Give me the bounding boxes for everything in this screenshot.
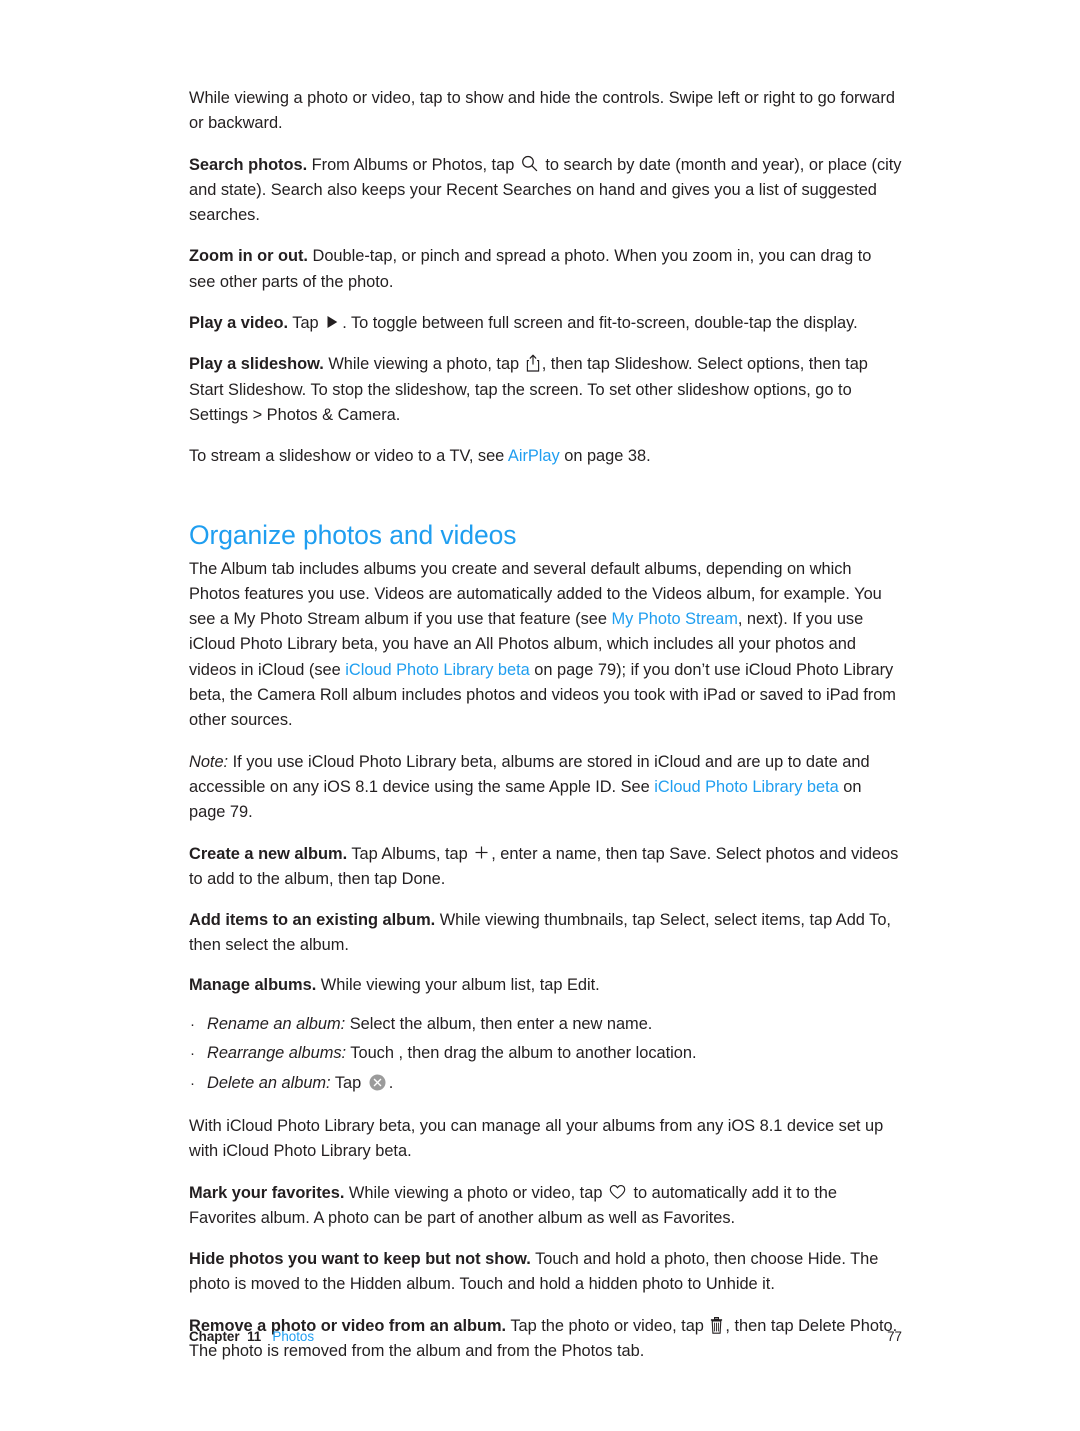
bullet-marker: · <box>190 1045 195 1063</box>
list-item: · Delete an album: Tap . <box>189 1071 902 1096</box>
list-item: · Rearrange albums: Touch , then drag the… <box>189 1041 902 1066</box>
paragraph-play-video: Play a video. Tap . To toggle between fu… <box>189 311 902 336</box>
paragraph-airplay-reference: To stream a slideshow or video to a TV, … <box>189 444 902 469</box>
lead-in-zoom: Zoom in or out. <box>189 247 308 266</box>
paragraph-album-tab: The Album tab includes albums you create… <box>189 557 902 734</box>
lead-in-hide-photos: Hide photos you want to keep but not sho… <box>189 1250 531 1269</box>
footer-chapter-title-link[interactable]: Photos <box>272 1329 314 1344</box>
lead-in-search-photos: Search photos. <box>189 155 308 174</box>
page-title: Organize photos and videos <box>189 519 517 550</box>
paragraph-play-slideshow: Play a slideshow. While viewing a photo,… <box>189 352 902 428</box>
play-video-text-before: Tap <box>288 314 324 333</box>
plus-icon <box>474 845 489 860</box>
bullet-marker: · <box>190 1016 195 1034</box>
play-video-text-after: . To toggle between full screen and fit-… <box>342 314 858 333</box>
slideshow-text-before: While viewing a photo, tap <box>323 355 524 374</box>
airplay-text-after: on page 38. <box>559 447 651 466</box>
paragraph-note: Note: If you use iCloud Photo Library be… <box>189 750 902 826</box>
bullet-text-rename: Select the album, then enter a new name. <box>345 1015 653 1034</box>
lead-in-play-slideshow: Play a slideshow. <box>189 355 324 374</box>
section-organize: Organize photos and videos <box>189 519 902 551</box>
bullet-text-rearrange: Touch , then drag the album to another l… <box>346 1044 697 1063</box>
footer-breadcrumb: Chapter 11 Photos <box>189 1328 314 1345</box>
paragraph-manage-icloud: With iCloud Photo Library beta, you can … <box>189 1114 902 1165</box>
link-airplay[interactable]: AirPlay <box>508 447 560 465</box>
search-icon <box>521 155 538 172</box>
manage-icloud-text: With iCloud Photo Library beta, you can … <box>189 1116 884 1161</box>
paragraph-hide-photos: Hide photos you want to keep but not sho… <box>189 1247 902 1298</box>
lead-in-create-album: Create a new album. <box>189 844 348 863</box>
bullet-term-rename: Rename an album: <box>207 1015 346 1034</box>
bullet-text-delete-before: Tap <box>330 1073 366 1092</box>
airplay-text-before: To stream a slideshow or video to a TV, … <box>189 447 508 466</box>
paragraph-manage-albums: Manage albums. While viewing your album … <box>189 973 902 998</box>
link-my-photo-stream[interactable]: My Photo Stream <box>612 610 738 628</box>
bullet-marker: · <box>190 1074 195 1092</box>
note-label: Note: <box>189 752 229 771</box>
footer-chapter-label: Chapter <box>189 1329 240 1344</box>
link-icloud-photo-library-beta-2[interactable]: iCloud Photo Library beta <box>654 778 838 796</box>
paragraph-intro-text: While viewing a photo or video, tap to s… <box>189 89 895 133</box>
paragraph-zoom: Zoom in or out. Double-tap, or pinch and… <box>189 244 902 295</box>
create-album-text-before: Tap Albums, tap <box>347 844 473 863</box>
search-text-before: From Albums or Photos, tap <box>307 155 519 174</box>
lead-in-manage-albums: Manage albums. <box>189 975 317 994</box>
manage-albums-text: While viewing your album list, tap Edit. <box>316 975 600 994</box>
play-icon <box>325 315 339 329</box>
lead-in-play-video: Play a video. <box>189 314 289 333</box>
bullet-term-delete: Delete an album: <box>207 1073 331 1092</box>
bullet-text-delete-after: . <box>388 1073 394 1092</box>
paragraph-create-album: Create a new album. Tap Albums, tap , en… <box>189 842 902 893</box>
paragraph-add-items: Add items to an existing album. While vi… <box>189 908 902 959</box>
list-item: · Rename an album: Select the album, then… <box>189 1012 902 1037</box>
favorites-text-before: While viewing a photo or video, tap <box>344 1183 607 1202</box>
paragraph-mark-favorites: Mark your favorites. While viewing a pho… <box>189 1181 902 1232</box>
footer-chapter-number: 11 <box>247 1329 262 1344</box>
bullet-term-rearrange: Rearrange albums: <box>207 1044 347 1063</box>
page-content: While viewing a photo or video, tap to s… <box>189 86 902 1380</box>
delete-badge-icon <box>368 1073 387 1092</box>
lead-in-add-items: Add items to an existing album. <box>189 911 436 930</box>
paragraph-search-photos: Search photos. From Albums or Photos, ta… <box>189 153 902 229</box>
lead-in-mark-favorites: Mark your favorites. <box>189 1183 345 1202</box>
footer-page-number: 77 <box>887 1329 902 1344</box>
share-icon <box>526 354 540 372</box>
paragraph-intro: While viewing a photo or video, tap to s… <box>189 86 902 137</box>
heart-icon <box>609 1184 626 1200</box>
page-footer: Chapter 11 Photos 77 <box>189 1328 902 1345</box>
link-icloud-photo-library-beta-1[interactable]: iCloud Photo Library beta <box>345 661 529 679</box>
album-actions-list: · Rename an album: Select the album, then… <box>189 1012 902 1096</box>
